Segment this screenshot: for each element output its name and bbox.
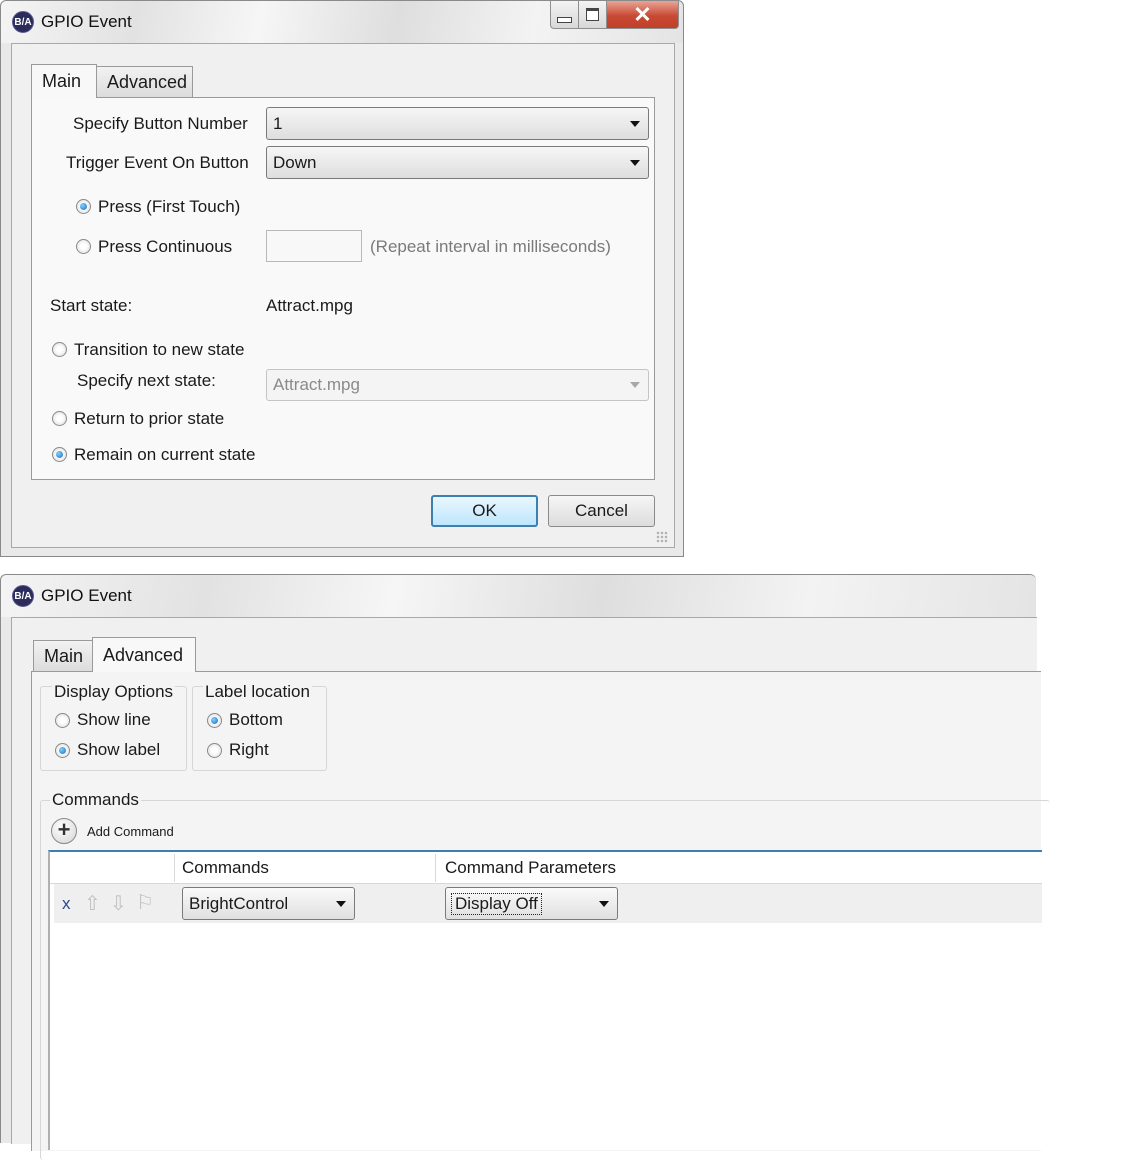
tab-advanced[interactable]: Advanced: [96, 66, 193, 98]
minimize-button[interactable]: [550, 1, 579, 29]
start-state-value: Attract.mpg: [266, 296, 353, 315]
remain-current-radio[interactable]: [52, 447, 67, 462]
app-icon: B/A: [12, 11, 34, 33]
advanced-tab-panel: Display Options Show line Show label Lab…: [31, 671, 1050, 1160]
right-label[interactable]: Right: [229, 740, 269, 760]
stamp-icon: ⚐: [136, 892, 154, 914]
main-tab-panel: Specify Button Number 1 Trigger Event On…: [31, 97, 655, 480]
close-button[interactable]: ✕: [607, 1, 679, 29]
window-title: GPIO Event: [41, 12, 132, 31]
column-separator[interactable]: [174, 854, 175, 882]
plus-icon: +: [57, 817, 71, 842]
label-location-title: Label location: [203, 682, 312, 702]
table-row: x ⇧ ⇩ ⚐ BrightControl Display Off: [54, 884, 1042, 923]
grid-header: Commands Command Parameters: [50, 852, 1042, 884]
close-icon: ✕: [633, 1, 652, 27]
bottom-label[interactable]: Bottom: [229, 710, 283, 730]
chevron-down-icon: [599, 900, 609, 907]
transition-radio[interactable]: [52, 342, 67, 357]
tab-main[interactable]: Main: [33, 640, 93, 672]
specify-next-label: Specify next state:: [77, 371, 216, 390]
show-label-label[interactable]: Show label: [77, 740, 160, 760]
return-prior-radio[interactable]: [52, 411, 67, 426]
move-up-icon: ⇧: [84, 893, 101, 915]
add-command-button[interactable]: +: [51, 818, 77, 844]
column-header-parameters[interactable]: Command Parameters: [445, 858, 616, 878]
return-prior-label[interactable]: Return to prior state: [74, 409, 224, 429]
remain-current-label[interactable]: Remain on current state: [74, 445, 255, 465]
title-bar[interactable]: B/A GPIO Event ✕: [1, 1, 683, 43]
maximize-button[interactable]: [579, 1, 607, 29]
gpio-event-dialog-main: B/A GPIO Event ✕ Main Advanced Specify B…: [0, 0, 684, 557]
trigger-event-label: Trigger Event On Button: [66, 153, 249, 172]
tab-advanced[interactable]: Advanced: [92, 637, 196, 672]
commands-grid: Commands Command Parameters x ⇧ ⇩ ⚐ Brig…: [48, 850, 1042, 1150]
dialog-client-area: Main Advanced Specify Button Number 1 Tr…: [11, 43, 675, 548]
show-line-label[interactable]: Show line: [77, 710, 151, 730]
next-state-select: Attract.mpg: [266, 369, 649, 401]
bottom-radio[interactable]: [207, 713, 222, 728]
move-down-icon: ⇩: [110, 893, 127, 915]
resize-grip[interactable]: [656, 531, 668, 543]
display-options-title: Display Options: [52, 682, 176, 702]
app-icon: B/A: [12, 585, 34, 607]
right-radio[interactable]: [207, 743, 222, 758]
button-number-value: 1: [273, 113, 283, 133]
transition-label[interactable]: Transition to new state: [74, 340, 244, 360]
trigger-event-value: Down: [273, 152, 317, 172]
next-state-value: Attract.mpg: [273, 375, 360, 394]
command-select[interactable]: BrightControl: [182, 887, 355, 920]
start-state-label: Start state:: [50, 296, 133, 315]
minimize-icon: [557, 16, 572, 23]
ok-button[interactable]: OK: [431, 495, 538, 527]
commands-title: Commands: [50, 790, 141, 810]
title-bar[interactable]: B/A GPIO Event: [1, 575, 1036, 617]
press-continuous-radio[interactable]: [76, 239, 91, 254]
press-continuous-label[interactable]: Press Continuous: [98, 237, 232, 257]
repeat-interval-input[interactable]: [266, 230, 362, 262]
cancel-button[interactable]: Cancel: [548, 495, 655, 527]
command-parameter-select[interactable]: Display Off: [445, 887, 618, 920]
chevron-down-icon: [630, 120, 640, 127]
command-parameter-value: Display Off: [451, 892, 542, 915]
specify-button-label: Specify Button Number: [73, 114, 248, 133]
dialog-client-area: Main Advanced Display Options Show line …: [11, 617, 1050, 1160]
gpio-event-dialog-advanced: B/A GPIO Event Main Advanced Display Opt…: [0, 574, 1050, 1160]
trigger-event-select[interactable]: Down: [266, 146, 649, 179]
chevron-down-icon: [630, 382, 640, 388]
show-line-radio[interactable]: [55, 713, 70, 728]
repeat-interval-hint: (Repeat interval in milliseconds): [370, 237, 611, 256]
caption-buttons: ✕: [550, 1, 679, 31]
maximize-icon: [586, 8, 599, 21]
chevron-down-icon: [630, 159, 640, 166]
press-first-label[interactable]: Press (First Touch): [98, 197, 240, 217]
window-title: GPIO Event: [41, 586, 132, 605]
show-label-radio[interactable]: [55, 743, 70, 758]
delete-row-button[interactable]: x: [62, 894, 71, 914]
column-header-commands[interactable]: Commands: [182, 858, 269, 878]
column-separator[interactable]: [435, 854, 436, 882]
command-value: BrightControl: [189, 893, 289, 913]
chevron-down-icon: [336, 900, 346, 907]
button-number-select[interactable]: 1: [266, 107, 649, 140]
press-first-radio[interactable]: [76, 199, 91, 214]
tab-main[interactable]: Main: [31, 64, 97, 98]
add-command-label[interactable]: Add Command: [87, 824, 174, 839]
